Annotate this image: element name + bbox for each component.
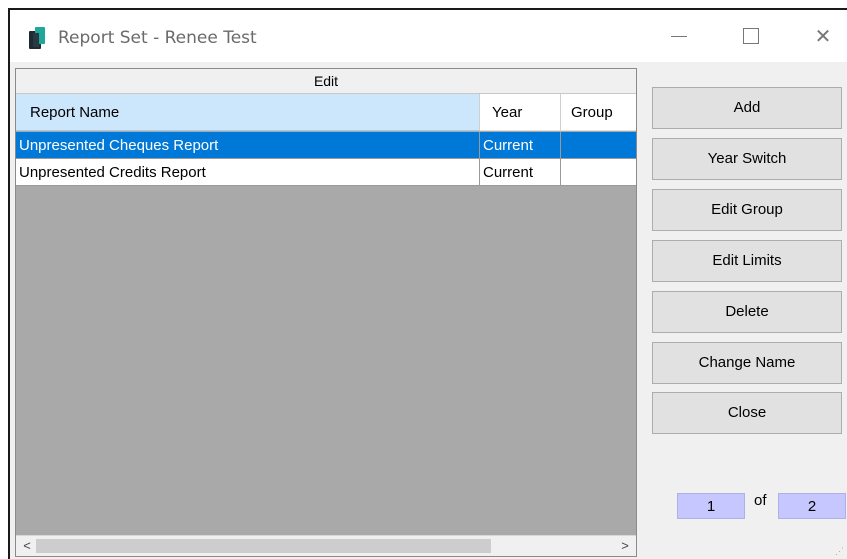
table-row[interactable]: Unpresented Cheques Report Current xyxy=(16,132,636,159)
report-set-window: Report Set - Renee Test ✕ Edit Report Na… xyxy=(8,8,847,559)
maximize-icon xyxy=(743,28,759,44)
column-header-group[interactable]: Group xyxy=(561,94,636,131)
column-header-report-name[interactable]: Report Name xyxy=(16,94,480,131)
cell-group[interactable] xyxy=(561,159,636,186)
total-pages-field: 2 xyxy=(778,493,846,519)
cell-report-name[interactable]: Unpresented Credits Report xyxy=(16,159,480,186)
resize-grip-icon[interactable]: ⋰ xyxy=(835,546,844,557)
year-switch-button[interactable]: Year Switch xyxy=(652,138,842,180)
delete-button[interactable]: Delete xyxy=(652,291,842,333)
window-title: Report Set - Renee Test xyxy=(58,28,257,48)
report-grid[interactable]: Edit Report Name Year Group Unpresented … xyxy=(15,68,637,557)
close-icon: ✕ xyxy=(814,25,832,48)
minimize-button[interactable] xyxy=(656,18,702,54)
cell-group[interactable] xyxy=(561,132,636,159)
window-client-area: Edit Report Name Year Group Unpresented … xyxy=(10,62,847,559)
maximize-button[interactable] xyxy=(728,18,774,54)
title-bar[interactable]: Report Set - Renee Test ✕ xyxy=(10,10,847,62)
table-row[interactable]: Unpresented Credits Report Current xyxy=(16,159,636,186)
cell-report-name[interactable]: Unpresented Cheques Report xyxy=(16,132,480,159)
scroll-right-icon[interactable]: > xyxy=(616,536,634,556)
minimize-icon xyxy=(671,35,687,37)
column-header-year[interactable]: Year xyxy=(480,94,561,131)
edit-group-button[interactable]: Edit Group xyxy=(652,189,842,231)
close-button[interactable]: Close xyxy=(652,392,842,434)
close-window-button[interactable]: ✕ xyxy=(800,18,846,54)
change-name-button[interactable]: Change Name xyxy=(652,342,842,384)
horizontal-scrollbar[interactable]: < > xyxy=(16,535,636,556)
add-button[interactable]: Add xyxy=(652,87,842,129)
scroll-left-icon[interactable]: < xyxy=(18,536,36,556)
scroll-thumb[interactable] xyxy=(36,539,491,553)
grid-caption: Edit xyxy=(16,69,636,94)
pager-of-label: of xyxy=(754,492,767,509)
cell-year[interactable]: Current xyxy=(480,159,561,186)
edit-limits-button[interactable]: Edit Limits xyxy=(652,240,842,282)
report-app-icon xyxy=(29,27,45,49)
cell-year[interactable]: Current xyxy=(480,132,561,159)
current-page-field[interactable]: 1 xyxy=(677,493,745,519)
